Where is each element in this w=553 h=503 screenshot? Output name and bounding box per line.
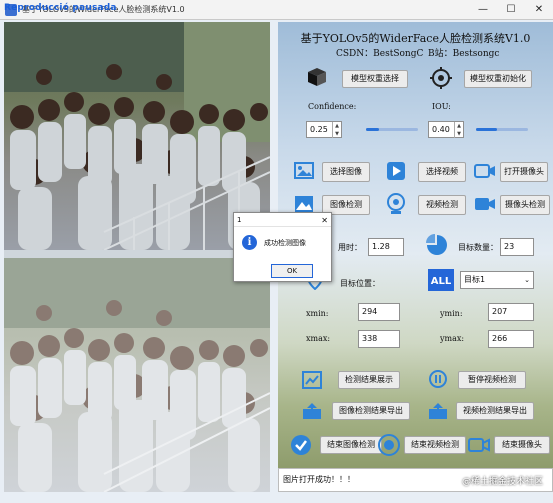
record-icon <box>378 434 400 456</box>
site-watermark: @稀土掘金技术社区 <box>461 477 543 487</box>
window-titlebar: 基于YOLOv5的WiderFace人脸检测系统V1.0 Reproducció… <box>0 0 553 20</box>
end-camera-button[interactable]: 结束摄像头 <box>494 436 550 454</box>
iou-slider-fill <box>476 128 497 131</box>
camera-detect-icon <box>475 198 495 210</box>
iou-slider[interactable] <box>476 128 528 131</box>
target-select-value: 目标1 <box>464 275 486 284</box>
ymax-label: ymax: <box>440 334 465 343</box>
playback-paused-badge: Reproducció pausada <box>4 3 117 13</box>
pause-video-detect-button[interactable]: 暂停视频检测 <box>458 371 526 389</box>
select-image-button[interactable]: 选择图像 <box>322 162 370 182</box>
iou-spin-arrows[interactable]: ▲ ▼ <box>454 122 463 138</box>
ymin-field[interactable]: 207 <box>488 303 534 321</box>
detection-result-image <box>4 258 270 492</box>
pause-icon <box>429 370 447 388</box>
info-icon: i <box>242 235 257 250</box>
position-label: 目标位置： <box>340 279 380 288</box>
ymin-label: ymin: <box>440 309 463 318</box>
status-message: 图片打开成功！！！ <box>283 475 355 484</box>
chart-display-icon <box>302 371 322 389</box>
time-label: 用时： <box>338 243 362 252</box>
minimize-button[interactable]: — <box>470 2 496 18</box>
crowd-photo-faded <box>4 258 270 492</box>
confidence-spin-arrows[interactable]: ▲ ▼ <box>332 122 341 138</box>
cube-icon <box>308 68 326 86</box>
export-image-icon <box>303 403 321 419</box>
xmin-field[interactable]: 294 <box>358 303 400 321</box>
chevron-down-icon: ⌄ <box>524 276 530 284</box>
confidence-slider-fill <box>366 128 379 131</box>
export-video-results-button[interactable]: 视频检测结果导出 <box>456 402 534 420</box>
confidence-value: 0.25 <box>310 125 328 134</box>
dialog-titlebar: 1 ✕ <box>234 213 331 227</box>
xmax-field[interactable]: 338 <box>358 330 400 348</box>
time-field[interactable]: 1.28 <box>368 238 404 256</box>
pie-icon <box>426 234 447 255</box>
iou-label: IOU: <box>432 102 451 111</box>
video-detect-button[interactable]: 视频检测 <box>418 195 466 215</box>
confidence-slider[interactable] <box>366 128 418 131</box>
iou-value: 0.40 <box>432 125 450 134</box>
video-play-icon <box>387 162 405 180</box>
all-badge-icon: ALL <box>428 269 454 291</box>
iou-spinbox[interactable]: 0.40 ▲ ▼ <box>428 121 464 138</box>
export-video-icon <box>429 403 447 419</box>
dialog-message: 成功检测图像 <box>264 239 306 247</box>
image-panel <box>4 22 270 492</box>
target-select-dropdown[interactable]: 目标1 ⌄ <box>460 271 534 289</box>
show-results-button[interactable]: 检测结果展示 <box>338 371 400 389</box>
xmin-label: xmin: <box>306 309 329 318</box>
webcam-icon <box>387 193 405 214</box>
end-video-detect-button[interactable]: 结束视频检测 <box>404 436 466 454</box>
dialog-title: 1 <box>237 216 242 224</box>
dialog-close-icon[interactable]: ✕ <box>321 214 328 228</box>
original-image <box>4 22 270 250</box>
xmax-label: xmax: <box>306 334 331 343</box>
model-weight-init-button[interactable]: 模型权重初始化 <box>464 70 532 88</box>
camera-icon <box>474 164 495 178</box>
end-image-detect-button[interactable]: 结束图像检测 <box>320 436 382 454</box>
close-button[interactable]: ✕ <box>526 2 552 18</box>
confidence-spinbox[interactable]: 0.25 ▲ ▼ <box>306 121 342 138</box>
success-dialog: 1 ✕ i 成功检测图像 OK <box>233 212 332 282</box>
export-image-results-button[interactable]: 图像检测结果导出 <box>332 402 410 420</box>
dialog-ok-button[interactable]: OK <box>271 264 313 278</box>
ymax-field[interactable]: 266 <box>488 330 534 348</box>
open-camera-button[interactable]: 打开摄像头 <box>500 162 548 182</box>
confidence-label: Confidence: <box>308 102 357 111</box>
count-label: 目标数量： <box>458 243 498 252</box>
bilibili-credit: B站：Bestsongc <box>428 49 500 59</box>
landscape-icon <box>295 196 313 212</box>
camera-detect-button[interactable]: 摄像头检测 <box>500 195 550 215</box>
select-video-button[interactable]: 选择视频 <box>418 162 466 182</box>
count-field[interactable]: 23 <box>500 238 534 256</box>
target-icon <box>430 67 452 89</box>
camera-off-icon <box>468 438 490 452</box>
app-title: 基于YOLOv5的WiderFace人脸检测系统V1.0 <box>300 32 531 45</box>
image-icon <box>294 162 314 179</box>
model-weight-select-button[interactable]: 模型权重选择 <box>342 70 408 88</box>
csdn-credit: CSDN：BestSongC <box>336 49 424 59</box>
crowd-photo <box>4 22 270 250</box>
check-circle-icon <box>291 435 311 455</box>
svg-text:ALL: ALL <box>431 276 452 287</box>
maximize-button[interactable]: ☐ <box>498 2 524 18</box>
